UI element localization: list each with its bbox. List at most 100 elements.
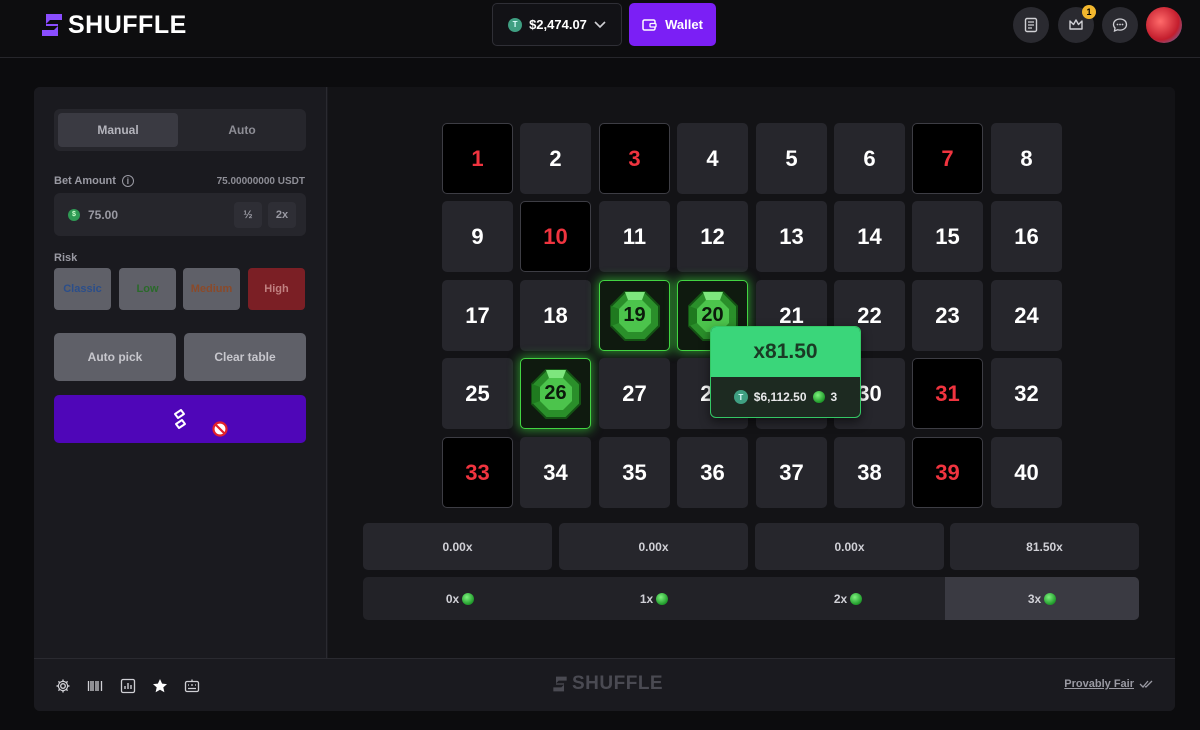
- grid-cell-15[interactable]: 15: [912, 201, 983, 272]
- settings-button[interactable]: [54, 677, 72, 695]
- risk-low-button[interactable]: Low: [119, 268, 176, 310]
- grid-cell-36[interactable]: 36: [677, 437, 748, 508]
- gem-icon: [462, 592, 475, 605]
- risk-high-button[interactable]: High: [248, 268, 305, 310]
- bet-amount-label: Bet Amount i: [54, 175, 134, 187]
- grid-cell-7[interactable]: 7: [912, 123, 983, 194]
- grid-cell-40[interactable]: 40: [991, 437, 1062, 508]
- grid-cell-17[interactable]: 17: [442, 280, 513, 351]
- grid-cell-34[interactable]: 34: [520, 437, 591, 508]
- brand-logo[interactable]: SHUFFLE: [40, 10, 187, 40]
- grid-cell-number: 8: [1020, 145, 1033, 171]
- risk-label: Risk: [54, 252, 78, 264]
- grid-cell-37[interactable]: 37: [756, 437, 827, 508]
- user-avatar[interactable]: [1146, 7, 1182, 43]
- star-icon: [153, 679, 167, 693]
- grid-cell-number: 17: [465, 302, 490, 328]
- hits-row: 0x 1x 2x 3x: [363, 577, 1139, 620]
- grid-cell-14[interactable]: 14: [834, 201, 905, 272]
- shuffle-logo-icon: [42, 14, 62, 36]
- grid-cell-18[interactable]: 18: [520, 280, 591, 351]
- dollar-coin-icon: $: [68, 208, 80, 221]
- bet-amount-input[interactable]: $ 75.00 ½ 2x: [54, 193, 306, 236]
- tab-manual[interactable]: Manual: [58, 113, 178, 147]
- favorite-button[interactable]: [151, 677, 169, 695]
- grid-cell-number: 38: [857, 459, 882, 485]
- grid-cell-16[interactable]: 16: [991, 201, 1062, 272]
- grid-cell-35[interactable]: 35: [599, 437, 670, 508]
- payout-multiplier-3: 81.50x: [950, 523, 1139, 570]
- grid-cell-27[interactable]: 27: [599, 358, 670, 429]
- grid-cell-number: 25: [465, 380, 490, 406]
- vip-button[interactable]: 1: [1058, 5, 1096, 43]
- hits-label: 3x: [1027, 591, 1042, 606]
- grid-cell-number: 39: [935, 459, 960, 485]
- bet-history-button[interactable]: [1013, 7, 1049, 43]
- grid-cell-9[interactable]: 9: [442, 201, 513, 272]
- wallet-button[interactable]: Wallet: [629, 3, 716, 46]
- info-icon[interactable]: i: [121, 175, 134, 187]
- chat-button[interactable]: [1102, 7, 1138, 43]
- grid-cell-number: 32: [1014, 380, 1039, 406]
- play-button[interactable]: [54, 395, 306, 443]
- grid-cell-number: 24: [1014, 302, 1039, 328]
- grid-cell-1[interactable]: 1: [442, 123, 513, 194]
- clear-table-button[interactable]: Clear table: [184, 333, 306, 381]
- bar-chart-icon: [120, 678, 136, 694]
- bet-controls-panel: Manual Auto Bet Amount i 75.00000000 USD…: [34, 87, 327, 658]
- risk-classic-button[interactable]: Classic: [54, 268, 111, 310]
- grid-cell-number: 15: [935, 223, 960, 249]
- grid-cell-19[interactable]: 19: [599, 280, 670, 351]
- grid-cell-3[interactable]: 3: [599, 123, 670, 194]
- grid-cell-number: 33: [465, 459, 490, 485]
- grid-cell-25[interactable]: 25: [442, 358, 513, 429]
- grid-cell-33[interactable]: 33: [442, 437, 513, 508]
- grid-cell-11[interactable]: 11: [599, 201, 670, 272]
- footer-brand-name: SHUFFLE: [572, 673, 664, 694]
- grid-cell-8[interactable]: 8: [991, 123, 1062, 194]
- grid-cell-5[interactable]: 5: [756, 123, 827, 194]
- stats-button[interactable]: [119, 677, 137, 695]
- grid-cell-12[interactable]: 12: [677, 201, 748, 272]
- grid-cell-10[interactable]: 10: [520, 201, 591, 272]
- grid-cell-number: 14: [857, 223, 882, 249]
- grid-cell-number: 40: [1014, 459, 1039, 485]
- hits-label: 0x: [445, 591, 460, 606]
- grid-cell-39[interactable]: 39: [912, 437, 983, 508]
- hits-label: 1x: [639, 591, 654, 606]
- hotkeys-button[interactable]: [183, 677, 201, 695]
- provably-fair-link[interactable]: Provably Fair: [1064, 678, 1153, 690]
- half-bet-button[interactable]: ½: [234, 202, 262, 228]
- fairness-button[interactable]: [86, 677, 104, 695]
- grid-cell-number: 22: [857, 302, 882, 328]
- grid-cell-31[interactable]: 31: [912, 358, 983, 429]
- grid-cell-number: 12: [700, 223, 725, 249]
- grid-cell-4[interactable]: 4: [677, 123, 748, 194]
- grid-cell-38[interactable]: 38: [834, 437, 905, 508]
- grid-cell-number: 19: [623, 304, 646, 326]
- top-bar: SHUFFLE T $2,474.07 Wallet 1: [0, 0, 1200, 58]
- grid-cell-number: 34: [543, 459, 568, 485]
- grid-cell-32[interactable]: 32: [991, 358, 1062, 429]
- keno-board: 1 2 3 4 5 6 7 8 9 10 11 12 13 14 15 16 17 18 19 20 21 22 23 24 2…: [328, 87, 1175, 658]
- grid-cell-6[interactable]: 6: [834, 123, 905, 194]
- grid-cell-26[interactable]: 26: [520, 358, 591, 429]
- grid-cell-number: 18: [543, 302, 568, 328]
- notification-badge: 1: [1082, 5, 1096, 19]
- double-bet-button[interactable]: 2x: [268, 202, 296, 228]
- tab-auto[interactable]: Auto: [182, 113, 302, 147]
- wallet-label: Wallet: [665, 17, 703, 32]
- grid-cell-23[interactable]: 23: [912, 280, 983, 351]
- auto-pick-button[interactable]: Auto pick: [54, 333, 176, 381]
- grid-cell-number: 7: [941, 145, 954, 171]
- grid-cell-24[interactable]: 24: [991, 280, 1062, 351]
- tooltip-gem-count: 3: [830, 390, 838, 404]
- risk-medium-button[interactable]: Medium: [183, 268, 240, 310]
- grid-cell-13[interactable]: 13: [756, 201, 827, 272]
- receipt-icon: [1024, 17, 1038, 33]
- balance-selector[interactable]: T $2,474.07: [492, 3, 622, 46]
- usdt-coin-icon: T: [733, 390, 748, 404]
- grid-cell-2[interactable]: 2: [520, 123, 591, 194]
- grid-cell-number: 16: [1014, 223, 1039, 249]
- not-allowed-icon: [212, 421, 228, 437]
